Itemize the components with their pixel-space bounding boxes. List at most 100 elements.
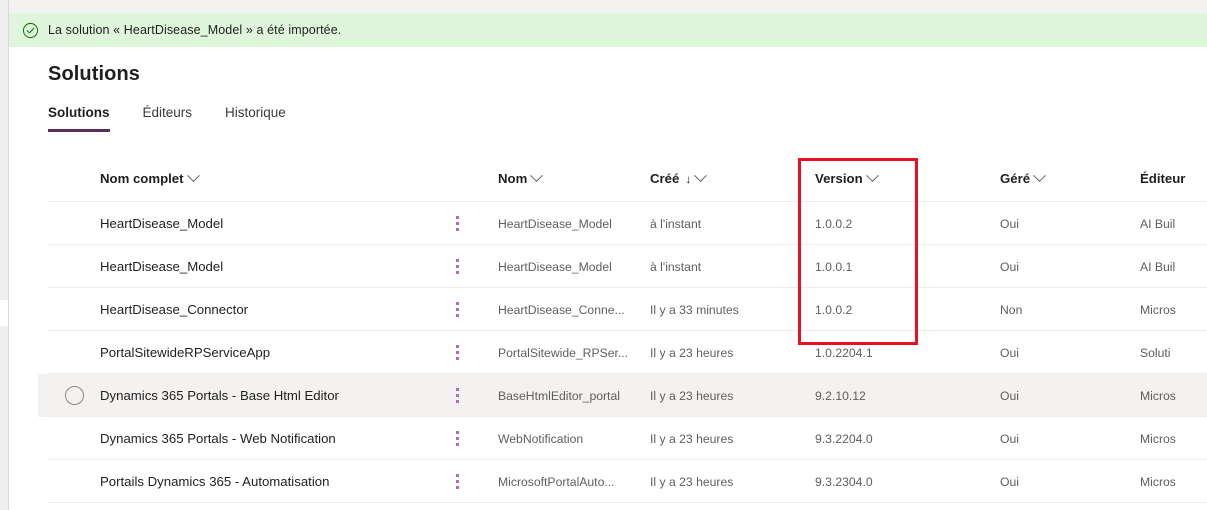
column-header-cree[interactable]: Créé ↓ bbox=[650, 171, 815, 186]
column-header-cree-label: Créé bbox=[650, 171, 680, 186]
table-row[interactable]: HeartDisease_Model HeartDisease_Model à … bbox=[38, 202, 1207, 245]
tab-bar: Solutions Éditeurs Historique bbox=[48, 105, 319, 132]
more-options-vertical-icon[interactable] bbox=[450, 302, 464, 317]
cell-editeur: Micros bbox=[1140, 431, 1176, 446]
row-more-options-cell[interactable] bbox=[450, 216, 498, 231]
cell-gere: Oui bbox=[1000, 259, 1019, 274]
cell-version: 9.3.2304.0 bbox=[815, 474, 873, 489]
tab-historique[interactable]: Historique bbox=[225, 105, 286, 132]
cell-version: 9.2.10.12 bbox=[815, 388, 866, 403]
cell-editeur: Micros bbox=[1140, 302, 1176, 317]
cell-version: 1.0.0.2 bbox=[815, 216, 853, 231]
table-row[interactable]: HeartDisease_Model HeartDisease_Model à … bbox=[38, 245, 1207, 288]
cell-gere: Oui bbox=[1000, 431, 1019, 446]
cell-cree: à l'instant bbox=[650, 259, 702, 274]
column-header-version[interactable]: Version bbox=[815, 171, 1000, 186]
tab-solutions[interactable]: Solutions bbox=[48, 105, 110, 132]
row-more-options-cell[interactable] bbox=[450, 388, 498, 403]
column-header-editeur[interactable]: Éditeur bbox=[1140, 171, 1207, 186]
table-row[interactable]: Portails Dynamics 365 - Automatisation M… bbox=[38, 460, 1207, 503]
column-header-gere-label: Géré bbox=[1000, 171, 1031, 186]
cell-gere: Non bbox=[1000, 302, 1023, 317]
column-header-editeur-label: Éditeur bbox=[1140, 171, 1186, 186]
row-more-options-cell[interactable] bbox=[450, 431, 498, 446]
more-options-vertical-icon[interactable] bbox=[450, 431, 464, 446]
row-more-options-cell[interactable] bbox=[450, 259, 498, 274]
cell-nom-complet: Dynamics 365 Portals - Web Notification bbox=[100, 431, 336, 446]
cell-nom-complet: HeartDisease_Model bbox=[100, 216, 224, 231]
cell-nom-complet: HeartDisease_Connector bbox=[100, 302, 249, 317]
more-options-vertical-icon[interactable] bbox=[450, 216, 464, 231]
chevron-down-icon bbox=[865, 171, 879, 183]
chevron-down-icon bbox=[186, 171, 200, 183]
cell-nom-complet: Portails Dynamics 365 - Automatisation bbox=[100, 474, 330, 489]
cell-version: 1.0.0.1 bbox=[815, 259, 853, 274]
row-more-options-cell[interactable] bbox=[450, 474, 498, 489]
cell-editeur: Micros bbox=[1140, 388, 1176, 403]
chevron-down-icon bbox=[694, 171, 708, 183]
column-header-nom[interactable]: Nom bbox=[498, 171, 650, 186]
table-row[interactable]: HeartDisease_Connector HeartDisease_Conn… bbox=[38, 288, 1207, 331]
cell-nom: HeartDisease_Model bbox=[498, 216, 612, 231]
left-scrollbar-track[interactable] bbox=[0, 0, 8, 510]
table-header-row: Nom complet Nom Créé ↓ Version Géré Édit… bbox=[38, 155, 1207, 202]
cell-cree: à l'instant bbox=[650, 216, 702, 231]
cell-gere: Oui bbox=[1000, 345, 1019, 360]
table-row[interactable]: Dynamics 365 Portals - Base Html Editor … bbox=[38, 374, 1207, 417]
row-select-cell[interactable] bbox=[38, 386, 100, 405]
radio-unselected-icon[interactable] bbox=[65, 386, 84, 405]
app-root: La solution « HeartDisease_Model » a été… bbox=[0, 0, 1207, 510]
cell-version: 1.0.2204.1 bbox=[815, 345, 873, 360]
cell-cree: Il y a 23 heures bbox=[650, 388, 734, 403]
banner-message: La solution « HeartDisease_Model » a été… bbox=[48, 22, 342, 37]
cell-gere: Oui bbox=[1000, 388, 1019, 403]
chevron-down-icon bbox=[1033, 171, 1046, 183]
solutions-page: Solutions Solutions Éditeurs Historique bbox=[9, 47, 1207, 510]
more-options-vertical-icon[interactable] bbox=[450, 388, 464, 403]
cell-cree: Il y a 23 heures bbox=[650, 474, 734, 489]
cell-nom: WebNotification bbox=[498, 431, 584, 446]
cell-nom: BaseHtmlEditor_portal bbox=[498, 388, 620, 403]
check-circle-icon bbox=[22, 22, 39, 38]
row-separator bbox=[47, 502, 1207, 503]
cell-nom-complet: Dynamics 365 Portals - Base Html Editor bbox=[100, 388, 339, 403]
cell-version: 1.0.0.2 bbox=[815, 302, 853, 317]
cell-editeur: Soluti bbox=[1140, 345, 1171, 360]
cell-nom: PortalSitewide_RPSer... bbox=[498, 345, 629, 360]
solutions-table: Nom complet Nom Créé ↓ Version Géré Édit… bbox=[38, 155, 1207, 503]
cell-nom-complet: HeartDisease_Model bbox=[100, 259, 224, 274]
page-title: Solutions bbox=[48, 63, 141, 85]
cell-gere: Oui bbox=[1000, 216, 1019, 231]
row-more-options-cell[interactable] bbox=[450, 302, 498, 317]
tab-historique-label: Historique bbox=[225, 105, 286, 120]
cell-editeur: AI Buil bbox=[1140, 259, 1176, 274]
row-more-options-cell[interactable] bbox=[450, 345, 498, 360]
column-header-nom-complet[interactable]: Nom complet bbox=[100, 171, 450, 186]
cell-nom: MicrosoftPortalAuto... bbox=[498, 474, 615, 489]
cell-cree: Il y a 23 heures bbox=[650, 345, 734, 360]
cell-editeur: AI Buil bbox=[1140, 216, 1176, 231]
column-header-nom-complet-label: Nom complet bbox=[100, 171, 184, 186]
more-options-vertical-icon[interactable] bbox=[450, 474, 464, 489]
tab-solutions-label: Solutions bbox=[48, 105, 110, 120]
left-scrollbar-thumb[interactable] bbox=[0, 300, 8, 326]
cell-cree: Il y a 33 minutes bbox=[650, 302, 739, 317]
top-gutter bbox=[9, 0, 1207, 13]
chevron-down-icon bbox=[530, 171, 544, 183]
column-header-gere[interactable]: Géré bbox=[1000, 171, 1140, 186]
cell-gere: Oui bbox=[1000, 474, 1019, 489]
cell-nom: HeartDisease_Conne... bbox=[498, 302, 625, 317]
more-options-vertical-icon[interactable] bbox=[450, 259, 464, 274]
cell-nom: HeartDisease_Model bbox=[498, 259, 612, 274]
cell-version: 9.3.2204.0 bbox=[815, 431, 873, 446]
more-options-vertical-icon[interactable] bbox=[450, 345, 464, 360]
cell-nom-complet: PortalSitewideRPServiceApp bbox=[100, 345, 271, 360]
success-banner: La solution « HeartDisease_Model » a été… bbox=[9, 13, 1207, 47]
column-header-version-label: Version bbox=[815, 171, 863, 186]
cell-cree: Il y a 23 heures bbox=[650, 431, 734, 446]
table-row[interactable]: Dynamics 365 Portals - Web Notification … bbox=[38, 417, 1207, 460]
cell-editeur: Micros bbox=[1140, 474, 1176, 489]
tab-editeurs[interactable]: Éditeurs bbox=[143, 105, 193, 132]
table-row[interactable]: PortalSitewideRPServiceApp PortalSitewid… bbox=[38, 331, 1207, 374]
column-header-nom-label: Nom bbox=[498, 171, 528, 186]
